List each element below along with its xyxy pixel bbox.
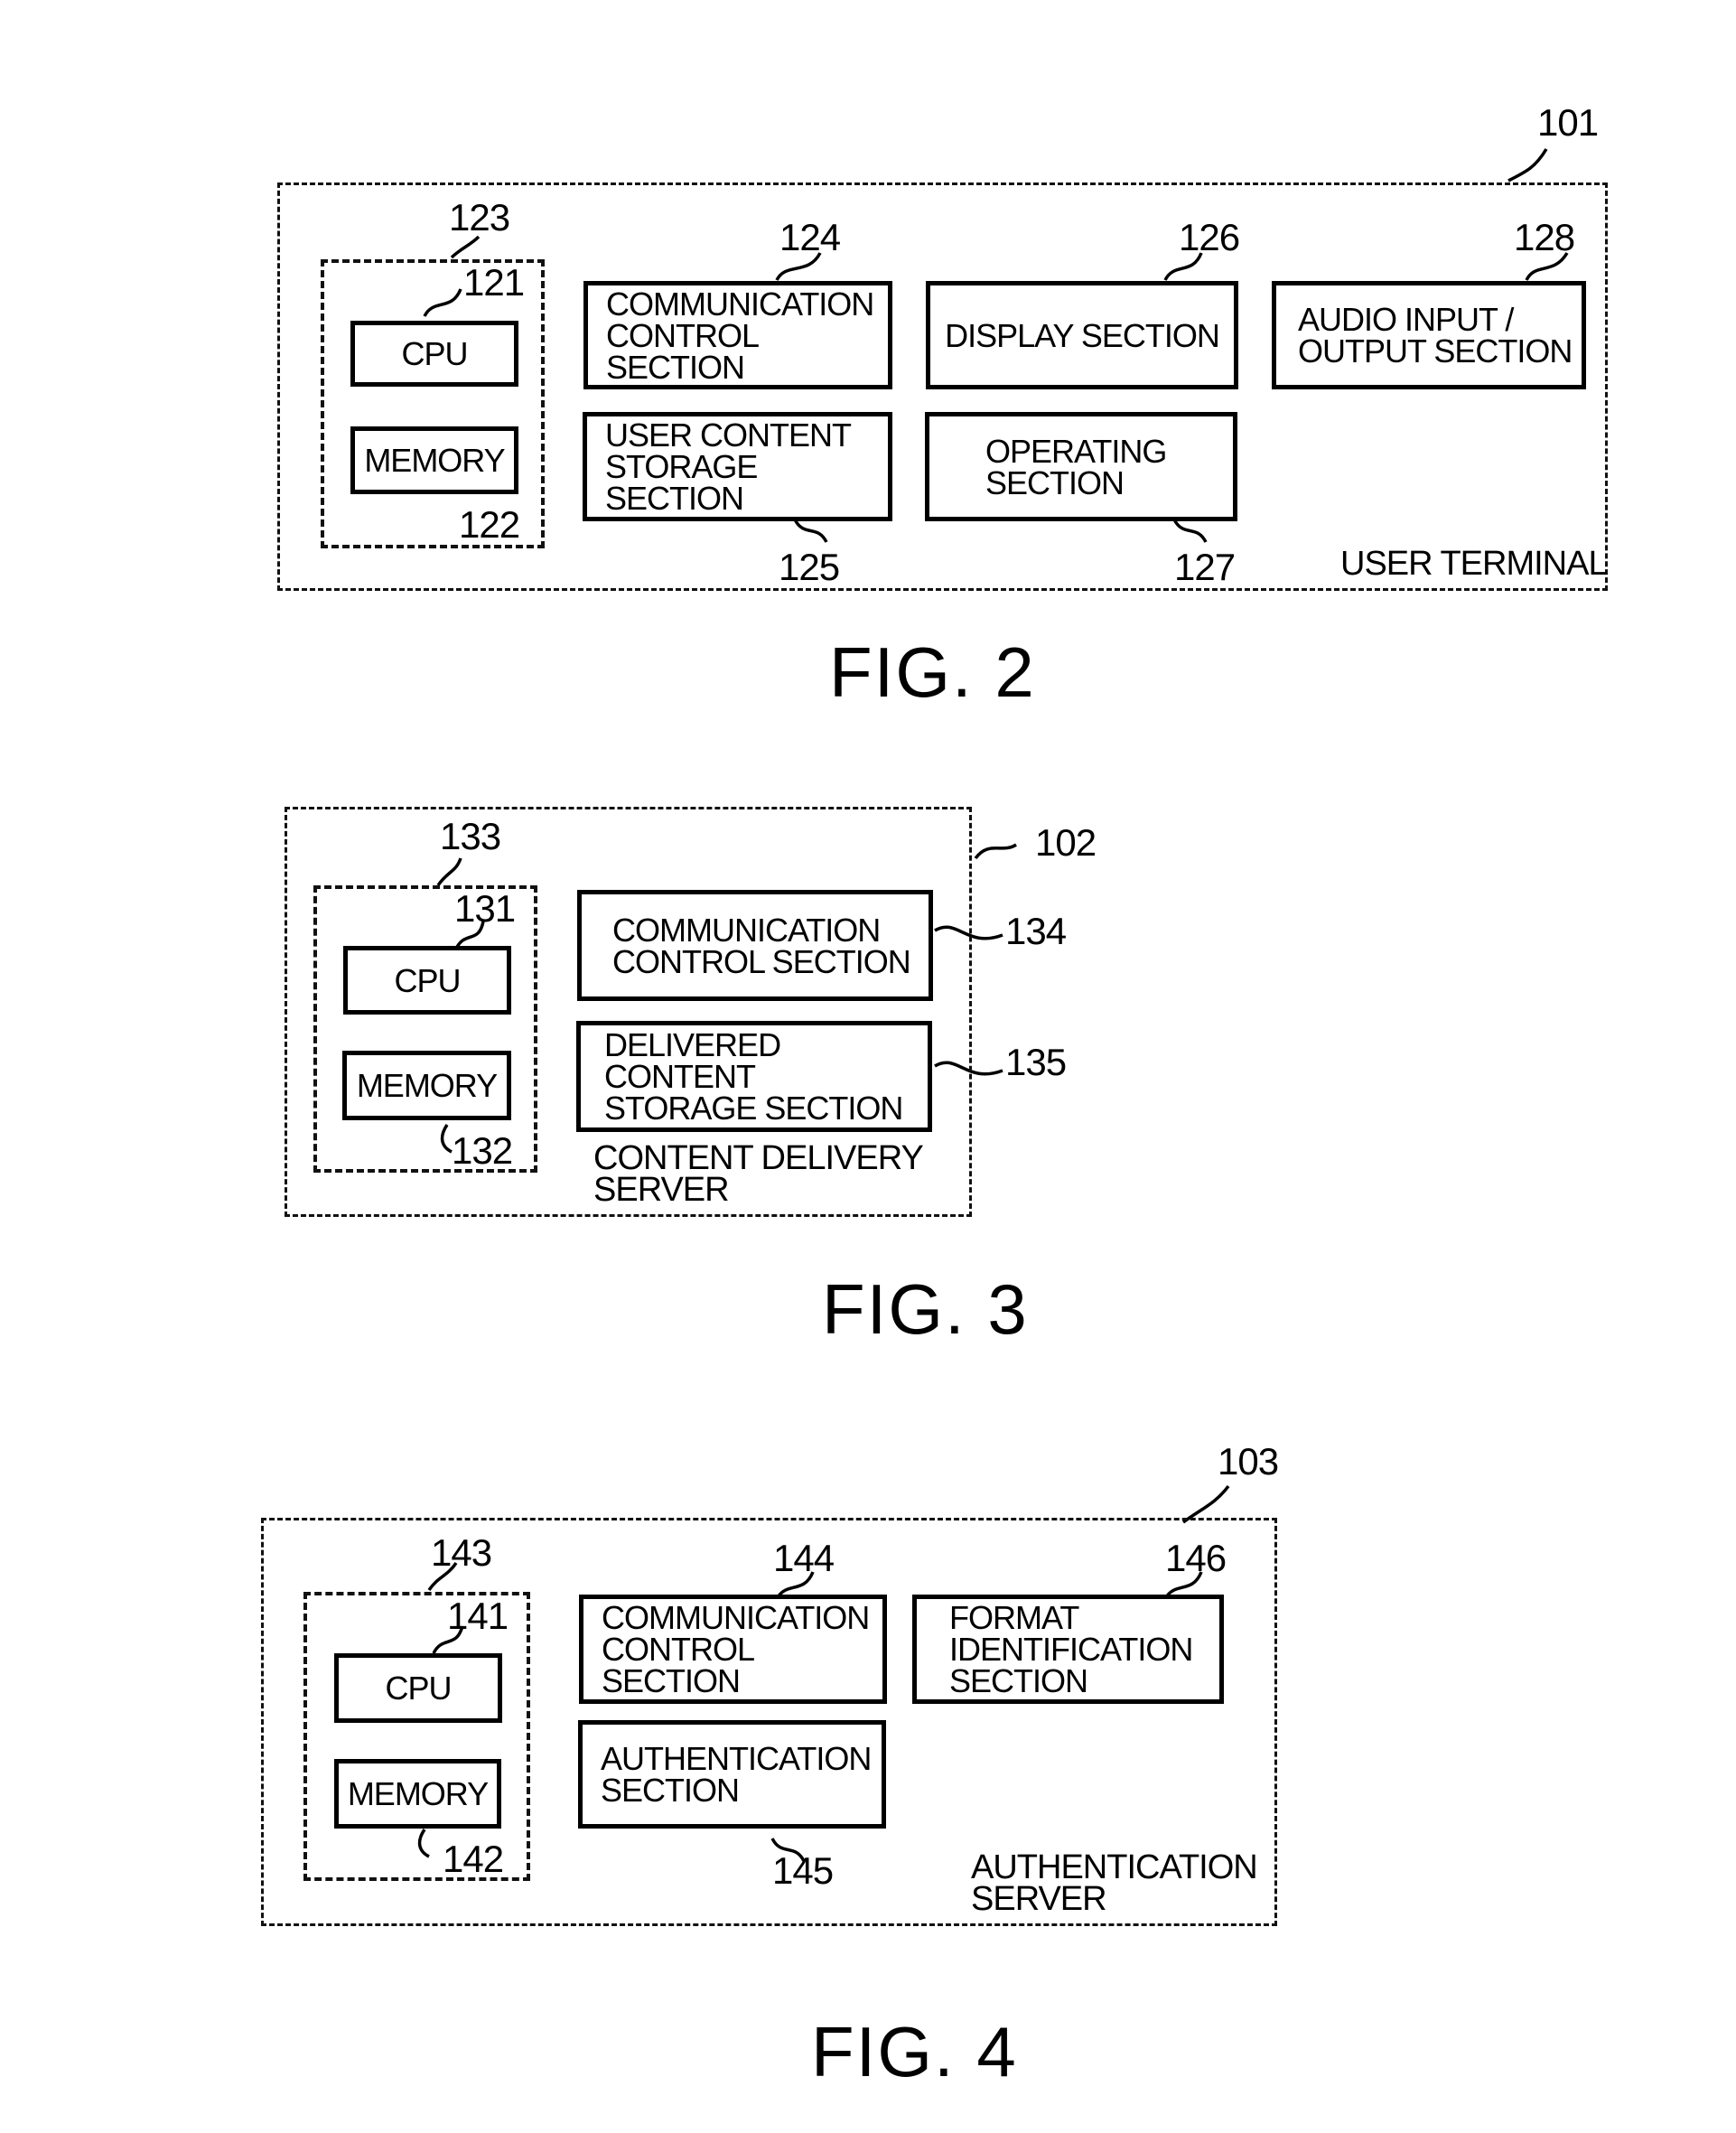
block-line: COMMUNICATION [602,1599,870,1636]
memory-label: MEMORY [364,442,505,479]
cpu-block: CPU [343,946,511,1015]
ref-131: 131 [454,887,516,930]
block-line: USER CONTENT [605,416,852,454]
ref-126: 126 [1179,216,1240,258]
ref-123: 123 [449,196,510,239]
communication-control-section: COMMUNICATION CONTROL SECTION [577,890,933,1001]
authentication-section: AUTHENTICATION SECTION [578,1720,886,1829]
block-line: SECTION [602,1662,741,1699]
block-line: SECTION [949,1662,1088,1699]
leader-102 [974,843,1017,860]
container-caption-line-1: CONTENT DELIVERY [593,1139,924,1177]
block-line: AUTHENTICATION [601,1740,872,1777]
block-line: AUDIO INPUT / [1298,301,1514,338]
block-line: CONTROL [602,1631,755,1668]
block-line: STORAGE SECTION [604,1090,903,1127]
memory-label: MEMORY [347,1775,489,1812]
ref-121: 121 [463,261,525,304]
ref-122: 122 [459,503,520,546]
display-section: DISPLAY SECTION [926,281,1238,389]
ref-128: 128 [1514,216,1575,258]
cpu-block: CPU [350,321,518,387]
ref-146: 146 [1165,1537,1227,1579]
figure-label: FIG. 2 [829,632,1036,712]
ref-144: 144 [773,1537,835,1579]
ref-125: 125 [779,546,840,588]
ref-124: 124 [779,216,841,258]
ref-141: 141 [447,1595,509,1637]
block-line: FORMAT [949,1599,1079,1636]
audio-input-output-section: AUDIO INPUT / OUTPUT SECTION [1272,281,1586,389]
block-line: DELIVERED [604,1026,781,1063]
block-line: CONTROL [606,316,760,354]
container-caption-line-2: SERVER [971,1880,1107,1918]
cpu-label: CPU [394,961,461,999]
block-line: SECTION [985,463,1125,501]
ref-143: 143 [431,1531,492,1574]
block-line: OPERATING [985,432,1167,470]
format-identification-section: FORMAT IDENTIFICATION SECTION [912,1595,1224,1704]
delivered-content-storage-section: DELIVERED CONTENT STORAGE SECTION [576,1021,932,1132]
container-caption-line-1: AUTHENTICATION [971,1848,1258,1886]
block-line: IDENTIFICATION [949,1631,1193,1668]
ref-135: 135 [1005,1041,1067,1083]
ref-102: 102 [1035,821,1097,864]
block-line: COMMUNICATION [612,911,881,949]
ref-145: 145 [772,1849,834,1892]
communication-control-section: COMMUNICATION CONTROL SECTION [583,281,892,389]
block-line: SECTION [605,480,744,517]
memory-block: MEMORY [342,1051,511,1120]
communication-control-section: COMMUNICATION CONTROL SECTION [579,1595,887,1704]
block-line: SECTION [606,348,745,386]
memory-label: MEMORY [356,1067,498,1104]
leader-103 [1181,1484,1230,1524]
cpu-label: CPU [385,1670,452,1707]
block-line: STORAGE [605,448,758,485]
leader-101 [1507,148,1548,182]
ref-142: 142 [443,1838,504,1880]
ref-103: 103 [1218,1440,1279,1483]
block-line: COMMUNICATION [606,285,874,323]
container-caption: USER TERMINAL [1340,545,1608,583]
ref-133: 133 [440,815,501,857]
figure-label: FIG. 4 [811,2012,1018,2091]
block-line: DISPLAY SECTION [945,316,1220,354]
operating-section: OPERATING SECTION [925,412,1237,521]
cpu-block: CPU [334,1653,502,1723]
figure-label: FIG. 3 [822,1269,1029,1349]
block-line: OUTPUT SECTION [1298,332,1573,370]
ref-132: 132 [452,1129,513,1172]
memory-block: MEMORY [334,1759,501,1829]
user-content-storage-section: USER CONTENT STORAGE SECTION [583,412,892,521]
block-line: SECTION [601,1772,740,1809]
block-line: CONTENT [604,1058,756,1095]
block-line: CONTROL SECTION [612,942,911,980]
cpu-label: CPU [401,335,468,372]
memory-block: MEMORY [350,426,518,494]
ref-101: 101 [1537,101,1599,144]
container-caption-line-2: SERVER [593,1171,730,1209]
ref-134: 134 [1005,910,1067,952]
ref-127: 127 [1174,546,1236,588]
